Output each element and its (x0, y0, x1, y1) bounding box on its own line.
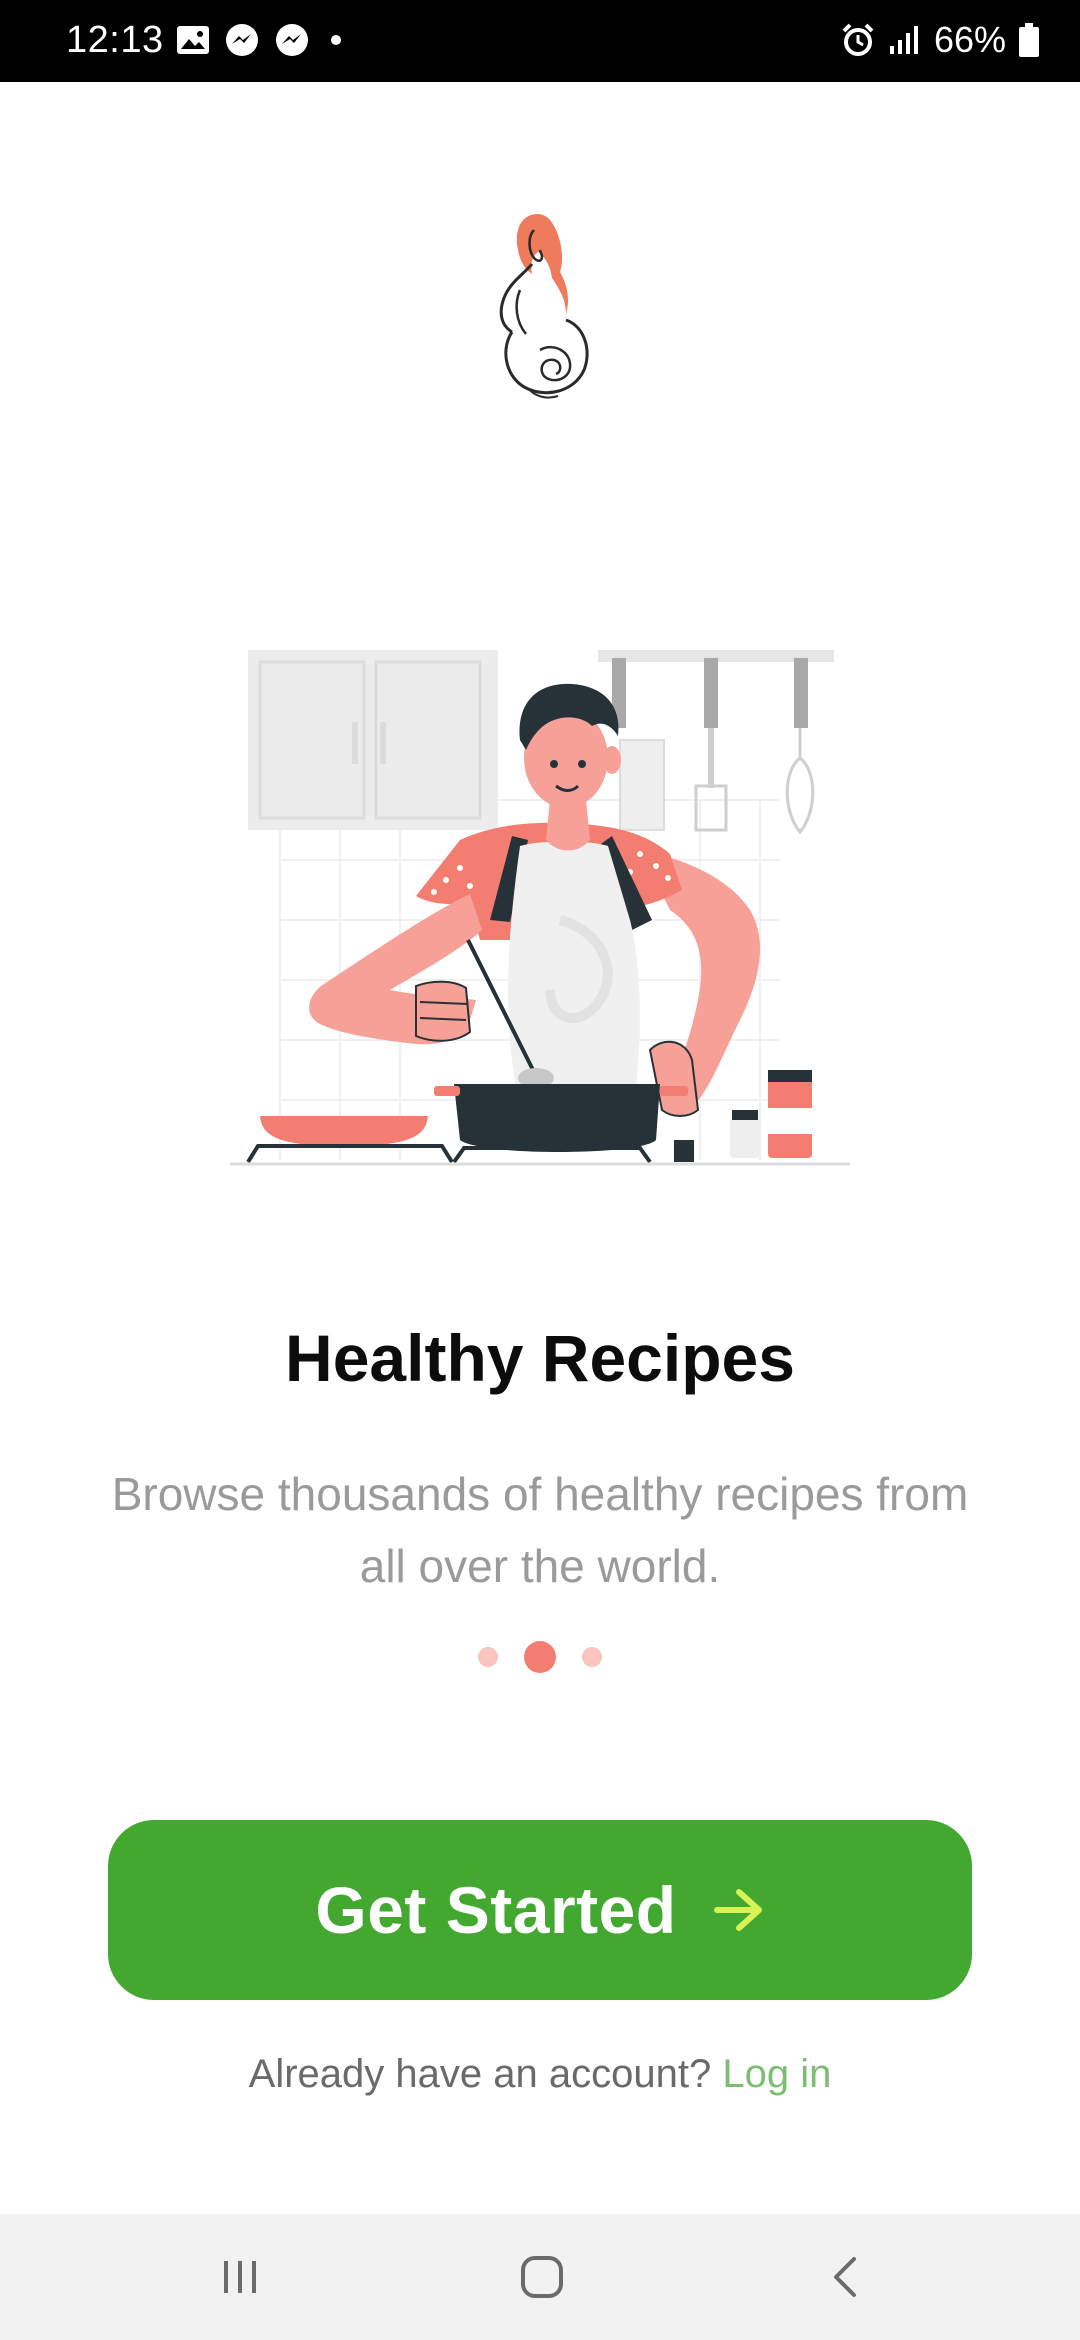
battery-percentage: 66% (933, 19, 1006, 60)
pregnant-woman-logo (499, 214, 589, 399)
page-dot-active (524, 1641, 556, 1673)
recent-apps-button[interactable] (200, 2244, 280, 2310)
system-icons: 66% (840, 16, 1040, 64)
onboarding-title: Healthy Recipes (285, 1321, 795, 1395)
cooking-man-illustration (230, 650, 850, 1166)
get-started-button[interactable]: Get Started (108, 1820, 972, 2000)
get-started-label: Get Started (315, 1873, 677, 1947)
notification-icons (176, 20, 348, 60)
status-time: 12:13 (66, 19, 164, 61)
login-link[interactable]: Log in (722, 2052, 831, 2096)
home-button[interactable] (502, 2244, 582, 2310)
login-prompt-row: Already have an account? Log in (0, 2048, 1080, 2100)
status-bar: 12:13 66% (0, 0, 1080, 82)
dot-icon (331, 35, 341, 45)
page-indicator (0, 1640, 1080, 1674)
arrow-right-icon (713, 1889, 762, 1931)
alarm-icon (842, 23, 874, 56)
onboarding-description: Browse thousands of healthy recipes from… (111, 1468, 969, 1592)
recent-apps-icon (224, 2261, 256, 2293)
home-icon (521, 2256, 563, 2298)
system-navigation-bar (0, 2214, 1080, 2340)
login-prompt-text: Already have an account? (248, 2052, 712, 2096)
page-dot (478, 1647, 498, 1667)
gallery-icon (177, 26, 209, 54)
battery-icon (1019, 23, 1039, 57)
signal-icon (889, 26, 918, 54)
back-button[interactable] (806, 2244, 886, 2310)
messenger-icon (226, 24, 258, 56)
page-dot (582, 1647, 602, 1667)
back-icon (834, 2257, 856, 2297)
messenger-icon (276, 24, 308, 56)
